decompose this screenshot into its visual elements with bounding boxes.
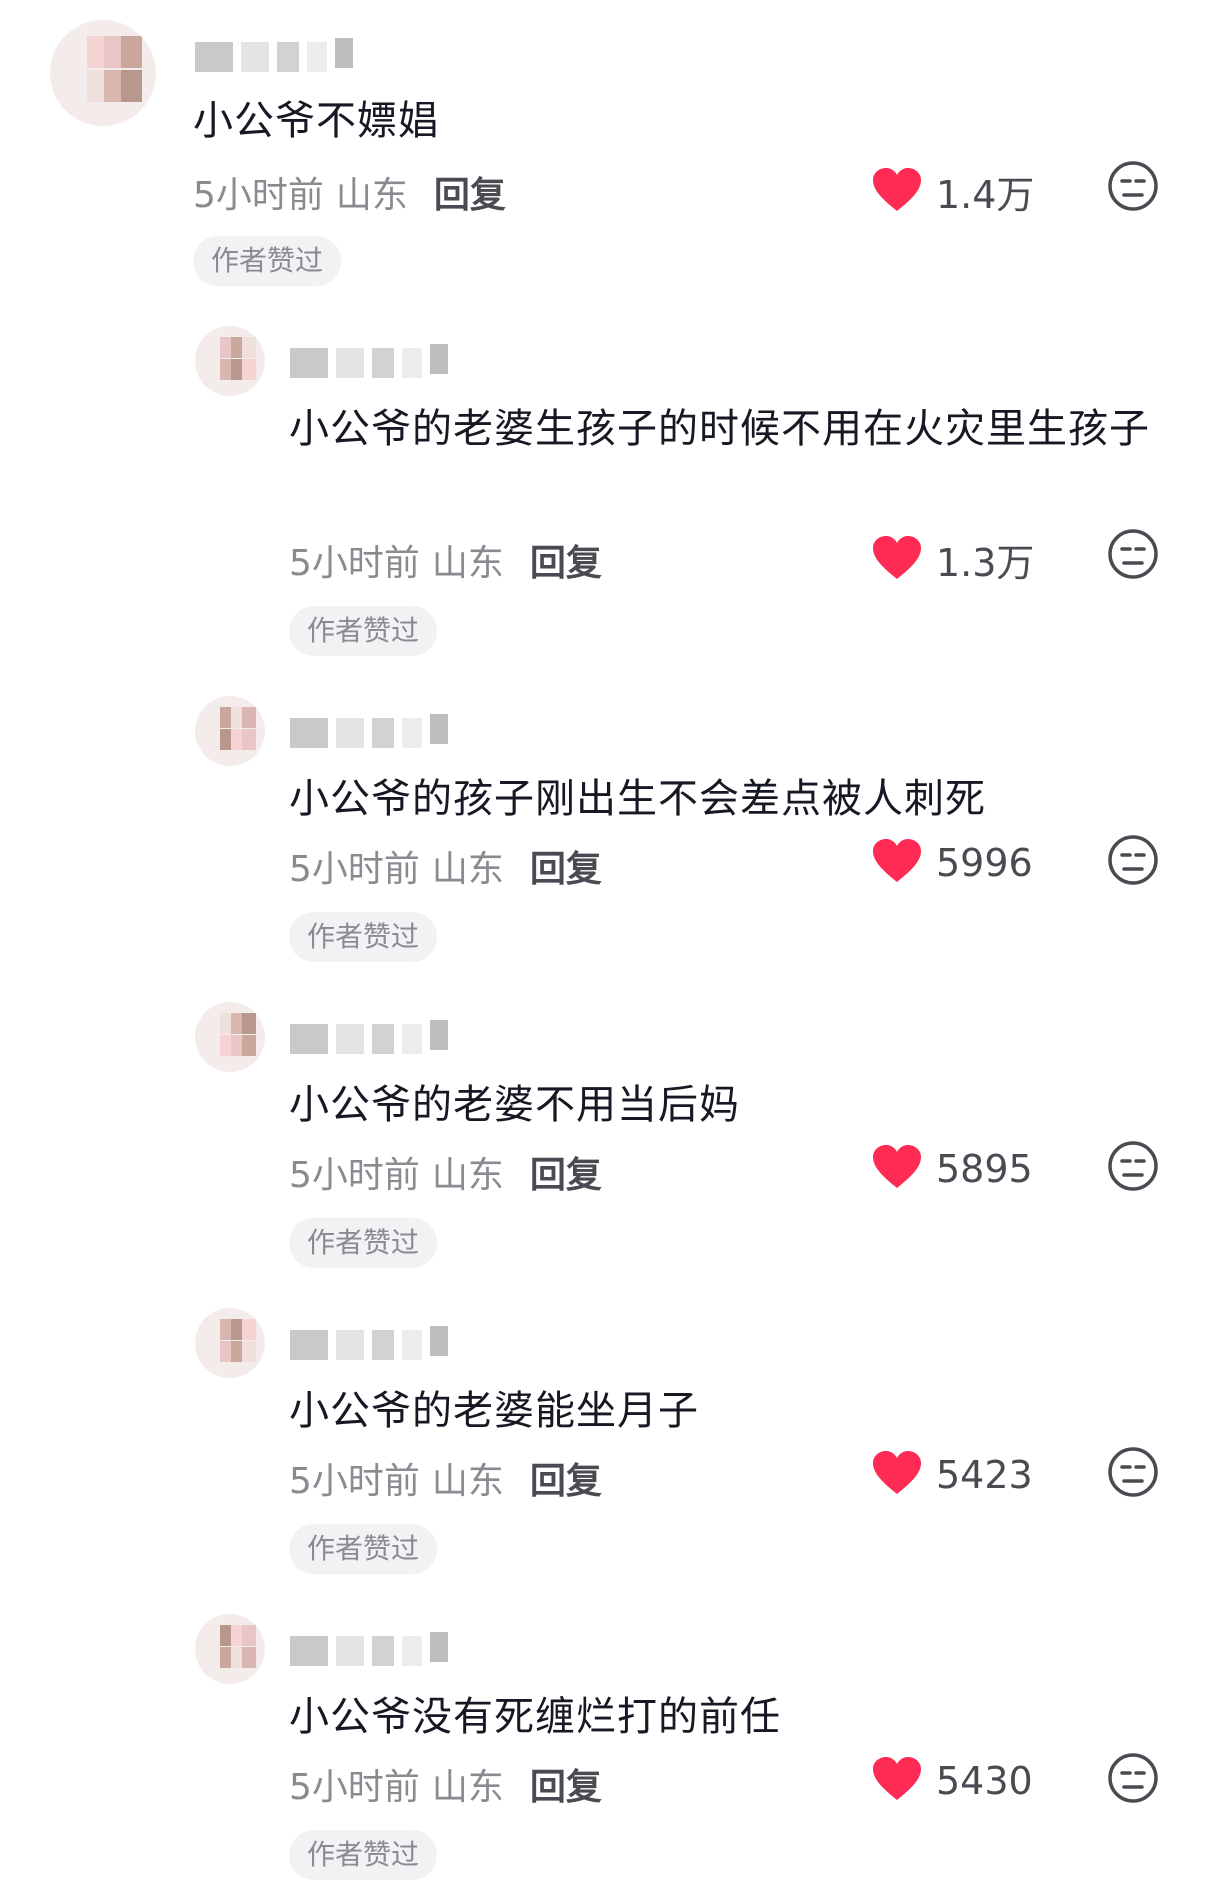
- comment-text: 小公爷的老婆能坐月子: [289, 1388, 699, 1434]
- heart-icon: [872, 535, 922, 585]
- author-liked-badge: 作者赞过: [289, 912, 438, 962]
- comment-list: 小公爷不嫖娼 5小时前 山东 回复 1.4万 作者赞过 小公爷的老婆生孩子的时候不用在火灾里…: [0, 0, 1206, 1887]
- meh-face-icon[interactable]: [1107, 834, 1159, 886]
- like-button[interactable]: 5423: [872, 1450, 1033, 1500]
- comment-time: 5小时前: [289, 1767, 420, 1808]
- comment-location: 山东: [431, 1155, 504, 1196]
- avatar[interactable]: [195, 696, 265, 766]
- avatar[interactable]: [195, 326, 265, 396]
- comment-meta: 5小时前 山东 回复: [289, 1758, 602, 1810]
- comment-meta: 5小时前 山东 回复: [289, 840, 602, 892]
- comment-time: 5小时前: [289, 1461, 420, 1502]
- like-count: 1.4万: [936, 173, 1035, 217]
- comment-meta: 5小时前 山东 回复: [193, 166, 506, 218]
- username-blurred[interactable]: [290, 1632, 460, 1666]
- comment-location: 山东: [431, 849, 504, 890]
- comment-meta: 5小时前 山东 回复: [289, 1146, 602, 1198]
- comment-location: 山东: [431, 1461, 504, 1502]
- heart-icon: [872, 1756, 922, 1806]
- meh-face-icon[interactable]: [1107, 160, 1159, 212]
- avatar[interactable]: [195, 1614, 265, 1684]
- username-blurred[interactable]: [290, 1020, 460, 1054]
- username-blurred[interactable]: [195, 38, 365, 72]
- like-button[interactable]: 5996: [872, 838, 1033, 888]
- reply-button[interactable]: 回复: [530, 1155, 602, 1196]
- comment-time: 5小时前: [289, 543, 420, 584]
- comment-text: 小公爷的孩子刚出生不会差点被人刺死: [289, 776, 986, 822]
- author-liked-badge: 作者赞过: [193, 236, 342, 286]
- reply-button[interactable]: 回复: [434, 175, 506, 216]
- comment-location: 山东: [431, 543, 504, 584]
- meh-face-icon[interactable]: [1107, 1140, 1159, 1192]
- comment-text: 小公爷的老婆不用当后妈: [289, 1082, 740, 1128]
- like-count: 5423: [936, 1453, 1033, 1497]
- heart-icon: [872, 1450, 922, 1500]
- comment-time: 5小时前: [289, 849, 420, 890]
- comment-text: 小公爷的老婆生孩子的时候不用在火灾里生孩子: [289, 406, 1150, 452]
- avatar[interactable]: [50, 20, 156, 126]
- comment-meta: 5小时前 山东 回复: [289, 1452, 602, 1504]
- reply-button[interactable]: 回复: [530, 543, 602, 584]
- reply-button[interactable]: 回复: [530, 1461, 602, 1502]
- author-liked-badge: 作者赞过: [289, 606, 438, 656]
- like-count: 1.3万: [936, 541, 1035, 585]
- username-blurred[interactable]: [290, 1326, 460, 1360]
- avatar[interactable]: [195, 1002, 265, 1072]
- heart-icon: [872, 1144, 922, 1194]
- username-blurred[interactable]: [290, 344, 460, 378]
- meh-face-icon[interactable]: [1107, 1752, 1159, 1804]
- comment-text: 小公爷不嫖娼: [193, 98, 439, 144]
- avatar[interactable]: [195, 1308, 265, 1378]
- reply-button[interactable]: 回复: [530, 849, 602, 890]
- author-liked-badge: 作者赞过: [289, 1524, 438, 1574]
- comment-text: 小公爷没有死缠烂打的前任: [289, 1694, 781, 1740]
- reply-button[interactable]: 回复: [530, 1767, 602, 1808]
- like-count: 5430: [936, 1759, 1033, 1803]
- author-liked-badge: 作者赞过: [289, 1218, 438, 1268]
- meh-face-icon[interactable]: [1107, 528, 1159, 580]
- author-liked-badge: 作者赞过: [289, 1830, 438, 1880]
- username-blurred[interactable]: [290, 714, 460, 748]
- comment-location: 山东: [335, 175, 408, 216]
- like-count: 5895: [936, 1147, 1033, 1191]
- meh-face-icon[interactable]: [1107, 1446, 1159, 1498]
- heart-icon: [872, 838, 922, 888]
- comment-location: 山东: [431, 1767, 504, 1808]
- heart-icon: [872, 167, 922, 217]
- comment-time: 5小时前: [289, 1155, 420, 1196]
- like-button[interactable]: 5430: [872, 1756, 1033, 1806]
- comment-time: 5小时前: [193, 175, 324, 216]
- like-button[interactable]: 1.3万: [872, 532, 1034, 587]
- like-button[interactable]: 1.4万: [872, 164, 1034, 219]
- like-count: 5996: [936, 841, 1033, 885]
- like-button[interactable]: 5895: [872, 1144, 1033, 1194]
- comment-meta: 5小时前 山东 回复: [289, 534, 602, 586]
